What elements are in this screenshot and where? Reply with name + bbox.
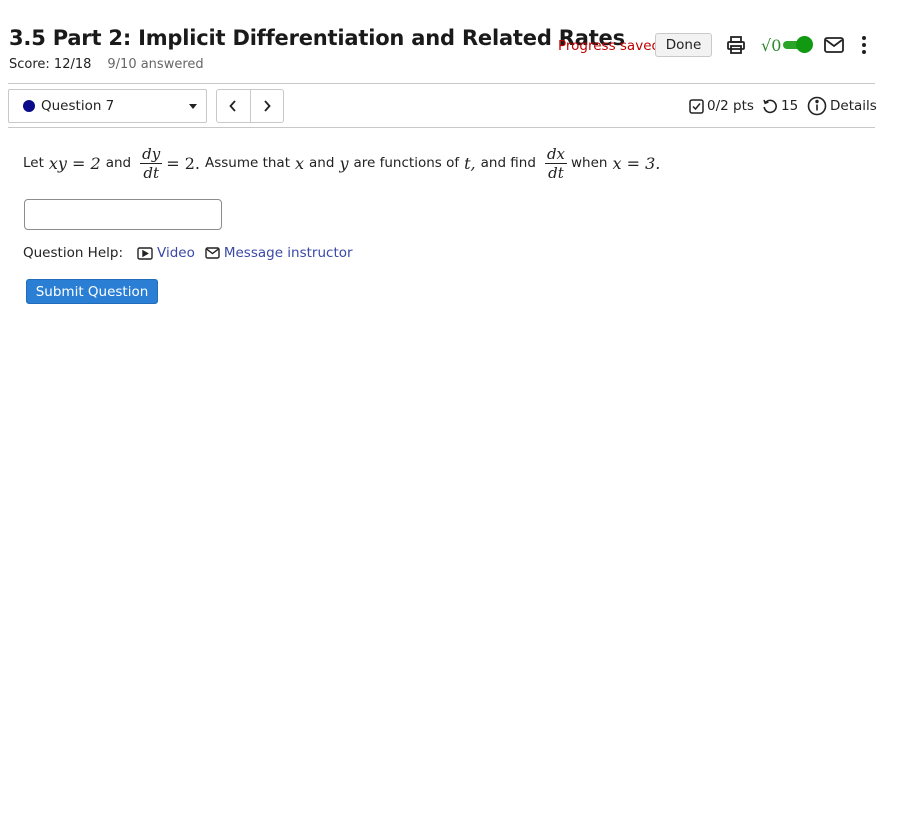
- question-help-label: Question Help:: [23, 245, 123, 261]
- print-icon[interactable]: [725, 34, 747, 56]
- submit-question-button[interactable]: Submit Question: [26, 279, 158, 304]
- mail-icon: [205, 247, 220, 259]
- q-let: Let: [23, 155, 44, 171]
- question-text: Let xy = 2 and dy dt = 2. Assume that x …: [23, 140, 660, 186]
- details-label: Details: [830, 98, 877, 114]
- video-icon: [137, 246, 153, 260]
- video-label: Video: [157, 245, 195, 261]
- toggle-knob: [796, 36, 814, 53]
- frac1-denominator: dt: [143, 163, 159, 182]
- q-assume: Assume that: [204, 155, 290, 171]
- q-eq1: xy = 2: [48, 153, 101, 173]
- q-eq2: = 2.: [166, 153, 200, 173]
- q-and2: and: [309, 155, 335, 171]
- header-divider: [8, 83, 875, 84]
- question-selector[interactable]: Question 7: [8, 89, 207, 123]
- points-label: 0/2 pts: [707, 98, 754, 114]
- question-status-dot: [23, 100, 35, 112]
- toggle-switch[interactable]: [783, 36, 814, 53]
- info-icon: [807, 96, 827, 116]
- more-options-icon[interactable]: [856, 34, 872, 56]
- q-when: when: [571, 155, 608, 171]
- done-button[interactable]: Done: [655, 33, 712, 57]
- q-var-x: x: [295, 153, 305, 173]
- message-instructor-link[interactable]: Message instructor: [205, 245, 353, 261]
- q-and1: and: [105, 155, 132, 171]
- chevron-left-icon: [229, 100, 236, 112]
- next-question-button[interactable]: [249, 90, 284, 122]
- mail-icon[interactable]: [823, 34, 845, 56]
- question-help: Question Help: Video Message instructor: [23, 243, 353, 263]
- progress-status: Progress saved: [558, 38, 661, 54]
- previous-question-button[interactable]: [217, 90, 250, 122]
- attempts-indicator: 15: [762, 96, 798, 116]
- dx-dt-fraction: dx dt: [544, 144, 567, 182]
- q-var-y: y: [339, 153, 349, 173]
- math-display-toggle[interactable]: √0: [761, 33, 814, 57]
- sqrt-icon: √0: [761, 35, 782, 55]
- page-title: 3.5 Part 2: Implicit Differentiation and…: [9, 26, 625, 50]
- q-eq3: x = 3.: [612, 153, 661, 173]
- score-label: Score: 12/18: [9, 57, 92, 72]
- chevron-down-icon: [189, 104, 197, 109]
- retry-icon: [763, 99, 777, 114]
- checkbox-icon: [689, 98, 704, 114]
- details-link[interactable]: Details: [807, 96, 877, 116]
- frac2-denominator: dt: [548, 163, 564, 182]
- question-nav-group: [216, 89, 284, 123]
- frac2-numerator: dx: [546, 144, 565, 163]
- q-and-find: and find: [480, 155, 536, 171]
- message-instructor-label: Message instructor: [223, 245, 353, 261]
- dy-dt-fraction: dy dt: [140, 144, 163, 182]
- q-var-t: t,: [464, 153, 476, 173]
- video-link[interactable]: Video: [137, 245, 195, 261]
- points-indicator: 0/2 pts: [689, 96, 754, 116]
- nav-divider: [8, 127, 875, 128]
- answered-count: 9/10 answered: [107, 57, 204, 72]
- attempts-count: 15: [781, 98, 799, 114]
- q-functions-of: are functions of: [353, 155, 460, 171]
- chevron-right-icon: [264, 100, 271, 112]
- frac1-numerator: dy: [142, 144, 161, 163]
- question-selector-label: Question 7: [41, 98, 115, 114]
- score-line: Score: 12/18 9/10 answered: [9, 57, 204, 72]
- answer-input[interactable]: [24, 199, 222, 230]
